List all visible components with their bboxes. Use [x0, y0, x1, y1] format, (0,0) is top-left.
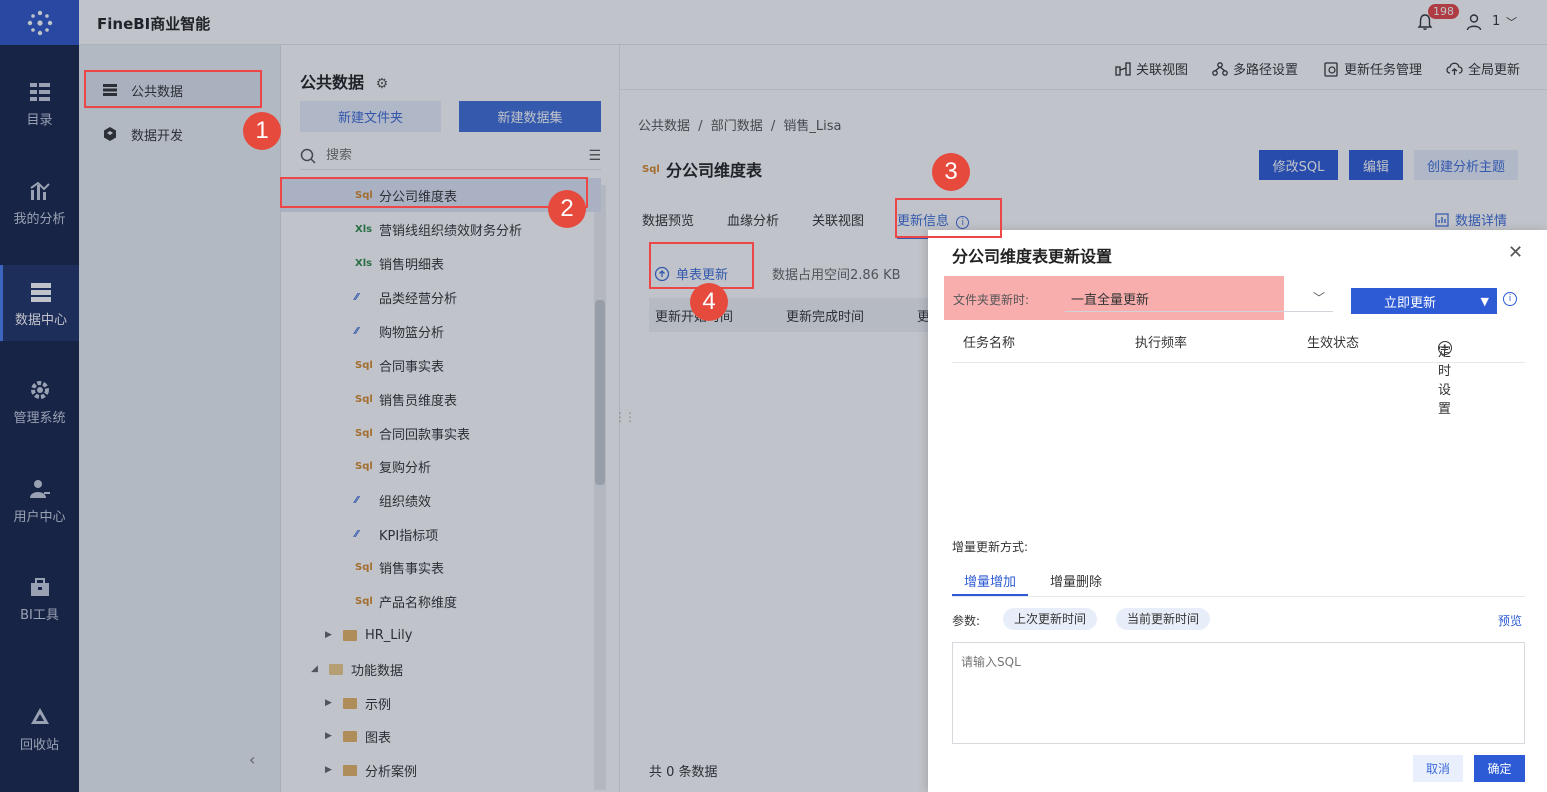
annotation-box [895, 198, 1002, 238]
incremental-label: 增量更新方式: [952, 540, 1029, 554]
update-now-button[interactable]: 立即更新 ▼ [1351, 288, 1497, 314]
column-header: 执行频率 [1135, 336, 1188, 351]
column-header: 任务名称 [963, 336, 1016, 351]
incremental-tabs: 增量增加 增量删除 [952, 565, 1525, 597]
chevron-down-icon[interactable]: ▼ [1481, 295, 1489, 308]
modal-overlay[interactable] [0, 0, 928, 792]
tab-incremental-add[interactable]: 增量增加 [952, 565, 1029, 596]
drag-handle-icon[interactable]: ⋮⋮ [614, 410, 636, 424]
annotation-box [280, 177, 588, 208]
task-table-header: 任务名称 执行频率 生效状态 + 定时设置 [952, 323, 1525, 417]
dialog-title: 分公司维度表更新设置 [952, 247, 1113, 266]
step-marker: 1 [243, 112, 281, 150]
step-marker: 4 [690, 283, 728, 321]
cancel-button[interactable]: 取消 [1413, 755, 1463, 782]
param-chip-current-update[interactable]: 当前更新时间 [1116, 608, 1211, 630]
annotation-box [649, 242, 754, 289]
step-marker: 3 [932, 153, 970, 191]
param-chip-last-update[interactable]: 上次更新时间 [1003, 608, 1098, 630]
ok-button[interactable]: 确定 [1474, 755, 1525, 782]
update-settings-dialog: 分公司维度表更新设置 ✕ 文件夹更新时: 一直全量更新 ﹀ 立即更新 ▼ i 任… [928, 230, 1547, 792]
update-now-label: 立即更新 [1384, 295, 1437, 311]
annotation-box [84, 70, 262, 108]
params-label: 参数: [952, 614, 981, 628]
sql-input[interactable] [952, 642, 1525, 744]
folder-update-select[interactable]: 一直全量更新 [1065, 286, 1333, 312]
column-header: 生效状态 [1307, 336, 1360, 351]
close-icon[interactable]: ✕ [1508, 242, 1523, 263]
timer-setting-label: 定时设置 [1438, 345, 1452, 417]
chevron-down-icon[interactable]: ﹀ [1313, 289, 1325, 306]
folder-update-label: 文件夹更新时: [953, 293, 1030, 307]
preview-link[interactable]: 预览 [1498, 612, 1522, 629]
info-icon[interactable]: i [1503, 292, 1517, 306]
modal-overlay[interactable] [928, 0, 1547, 230]
step-marker: 2 [548, 190, 586, 228]
tab-incremental-delete[interactable]: 增量删除 [1038, 565, 1114, 596]
